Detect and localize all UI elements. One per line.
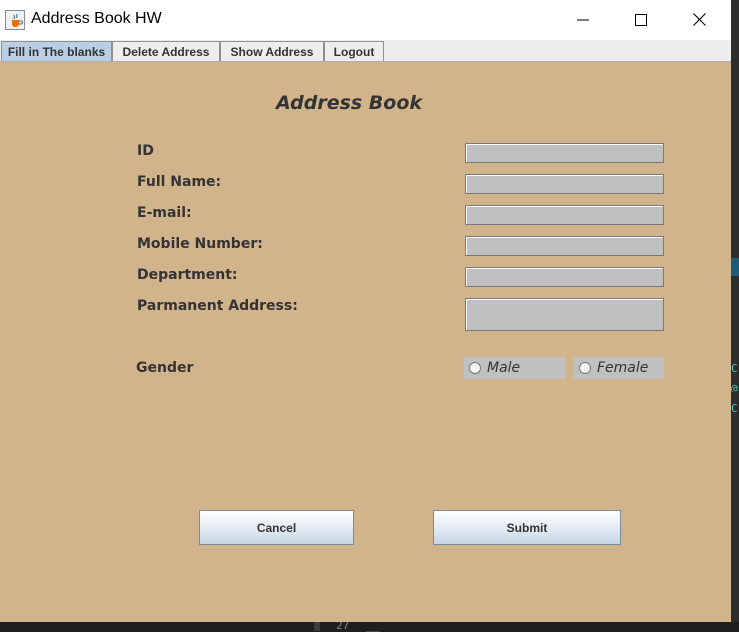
id-field[interactable] xyxy=(465,143,664,163)
full-name-field[interactable] xyxy=(465,174,664,194)
background-code-glyph: C xyxy=(731,362,738,372)
maximize-button[interactable] xyxy=(612,0,670,40)
tab-logout[interactable]: Logout xyxy=(324,41,384,61)
gender-male-radio[interactable]: Male xyxy=(464,357,566,379)
tab-delete-address[interactable]: Delete Address xyxy=(112,41,220,61)
radio-circle-icon xyxy=(579,362,591,374)
background-highlight xyxy=(731,258,739,276)
maximize-icon xyxy=(635,11,647,30)
java-cup-icon xyxy=(5,10,25,30)
mobile-number-label: Mobile Number: xyxy=(137,236,263,252)
tab-show-address[interactable]: Show Address xyxy=(220,41,324,61)
close-icon xyxy=(692,11,706,30)
radio-circle-icon xyxy=(469,362,481,374)
department-label: Department: xyxy=(137,267,238,283)
page-title: Address Book xyxy=(276,92,423,114)
background-code-glyph: @ xyxy=(731,382,738,392)
background-gutter-bar xyxy=(314,622,320,631)
tab-fill-in-the-blanks[interactable]: Fill in The blanks xyxy=(1,41,112,61)
title-bar[interactable]: Address Book HW xyxy=(0,0,731,40)
id-label: ID xyxy=(137,143,154,159)
department-field[interactable] xyxy=(465,267,664,287)
minimize-button[interactable] xyxy=(554,0,612,40)
form-panel: Address Book ID Full Name: E-mail: Mobil… xyxy=(0,62,731,622)
gender-female-radio[interactable]: Female xyxy=(574,357,664,379)
full-name-label: Full Name: xyxy=(137,174,222,190)
mobile-number-field[interactable] xyxy=(465,236,664,256)
minimize-icon xyxy=(577,11,589,30)
background-editor-edge: C @ C xyxy=(731,0,739,631)
background-code-glyph: C xyxy=(731,402,738,412)
gender-female-label: Female xyxy=(597,360,649,376)
submit-button[interactable]: Submit xyxy=(433,510,621,545)
permanent-address-label: Parmanent Address: xyxy=(137,298,298,314)
email-field[interactable] xyxy=(465,205,664,225)
permanent-address-field[interactable] xyxy=(465,298,664,331)
window-title: Address Book HW xyxy=(31,10,162,27)
gender-label: Gender xyxy=(136,360,194,376)
cancel-button[interactable]: Cancel xyxy=(199,510,354,545)
tab-strip: Fill in The blanks Delete Address Show A… xyxy=(0,40,731,62)
close-button[interactable] xyxy=(670,0,728,40)
background-editor-bottom: 27 __ xyxy=(0,619,739,632)
app-window: Address Book HW Fill in The blanks Delet… xyxy=(0,0,731,622)
email-label: E-mail: xyxy=(137,205,192,221)
gender-male-label: Male xyxy=(487,360,521,376)
